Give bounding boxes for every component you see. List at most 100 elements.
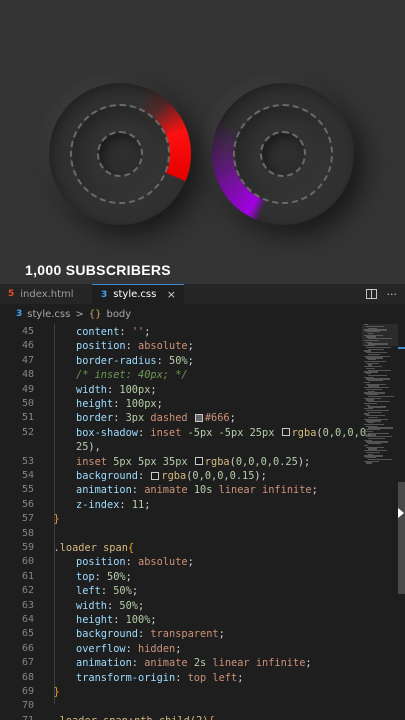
- code-token: :: [156, 354, 169, 367]
- code-token: top left: [187, 671, 238, 684]
- code-token: 50%: [169, 354, 188, 367]
- code-line: 45 content: '';: [0, 325, 362, 339]
- code-token: :: [175, 671, 188, 684]
- line-number: 51: [21, 412, 34, 424]
- code-token: inset: [76, 455, 114, 468]
- code-editor[interactable]: 45 content: ''; 46 position: absolute; 47 bor…: [0, 324, 405, 720]
- code-text: box-shadow: inset -5px -5px 25px rgba(0,…: [76, 426, 372, 440]
- breadcrumb-file[interactable]: style.css: [27, 309, 70, 320]
- code-token: '': [131, 326, 145, 338]
- code-token: :: [94, 570, 108, 583]
- code-token: ),: [88, 441, 101, 454]
- tab-style-css[interactable]: 3 style.css ×: [92, 284, 184, 304]
- code-text: content: '';: [76, 325, 150, 339]
- code-line: 62 left: 50%;: [0, 584, 362, 598]
- code-line: 50 height: 100px;: [0, 397, 362, 411]
- code-line: 63 width: 50%;: [0, 599, 362, 613]
- split-editor-icon[interactable]: [365, 289, 377, 299]
- code-token: ;: [138, 599, 145, 612]
- scrollbar-thumb[interactable]: [398, 482, 405, 594]
- code-token: :: [113, 614, 126, 626]
- code-token: rgba: [161, 470, 187, 482]
- minimap-viewport[interactable]: [362, 324, 398, 346]
- code-token: {: [208, 715, 214, 720]
- line-number: 60: [21, 556, 34, 568]
- code-line: 58: [0, 527, 362, 541]
- code-line: 68 transform-origin: top left;: [0, 671, 362, 685]
- breadcrumb-symbol[interactable]: body: [106, 309, 131, 320]
- line-number: 68: [21, 671, 34, 683]
- code-line: 46 position: absolute;: [0, 339, 362, 353]
- code-token: linear infinite: [212, 484, 312, 497]
- code-token: :: [125, 642, 139, 655]
- code-token: ;: [187, 340, 194, 353]
- code-token: ;: [187, 556, 194, 569]
- code-text: position: absolute;: [76, 339, 194, 353]
- code-token: position: [76, 340, 126, 353]
- code-token: ;: [150, 383, 157, 396]
- code-token: :: [138, 426, 151, 439]
- code-token: ;: [237, 671, 244, 684]
- close-icon[interactable]: ×: [167, 288, 176, 301]
- code-token: :: [107, 599, 120, 612]
- line-number: 59: [21, 542, 34, 553]
- css3-icon: 3: [16, 309, 23, 319]
- code-token: transform-origin: [76, 671, 176, 684]
- subscribers-caption: 1,000 SUBSCRIBERS: [25, 262, 171, 278]
- code-token: width: [76, 383, 107, 396]
- editor-tab-bar: 5 index.html 3 style.css × ···: [0, 284, 405, 304]
- loader-left: [49, 83, 191, 225]
- code-token: ;: [175, 642, 182, 655]
- code-text: z-index: 11;: [76, 498, 150, 512]
- code-token: :: [119, 498, 132, 511]
- code-token: animation: [76, 657, 132, 670]
- code-text: inset 5px 5px 35px rgba(0,0,0,0.25);: [76, 455, 310, 469]
- line-number: 65: [21, 628, 34, 640]
- code-token: :: [113, 398, 126, 410]
- code-token: }: [53, 686, 60, 698]
- code-token: ;: [305, 657, 312, 670]
- breadcrumb-separator: >: [75, 308, 84, 320]
- code-token: .loader span: [53, 542, 128, 554]
- code-text: animation: animate 2s linear infinite;: [76, 656, 312, 670]
- color-swatch[interactable]: [151, 471, 160, 480]
- code-text: }: [54, 685, 60, 699]
- code-token: 100%: [125, 614, 151, 626]
- code-text: top: 50%;: [76, 570, 132, 584]
- code-token: {: [127, 542, 135, 554]
- code-line: 51 border: 3px dashed #666;: [0, 411, 362, 425]
- more-actions-icon[interactable]: ···: [387, 288, 398, 301]
- code-line: 69}: [0, 685, 362, 699]
- color-swatch[interactable]: [194, 413, 203, 422]
- css3-icon: 3: [101, 289, 108, 300]
- code-text: background: rgba(0,0,0,0.15);: [76, 469, 267, 483]
- color-swatch[interactable]: [194, 457, 203, 466]
- code-token: }: [53, 513, 60, 526]
- line-number: 66: [21, 642, 34, 654]
- code-token: ;: [144, 498, 151, 511]
- code-token: ;: [229, 412, 236, 425]
- line-number: 63: [21, 599, 34, 611]
- code-text: border: 3px dashed #666;: [76, 411, 236, 425]
- code-line: 64 height: 100%;: [0, 613, 362, 627]
- line-number: 48: [21, 369, 34, 381]
- code-token: 100px: [119, 383, 151, 396]
- dashed-ring: [70, 104, 170, 204]
- tab-actions: ···: [365, 284, 398, 304]
- color-swatch[interactable]: [281, 428, 290, 437]
- code-token: hidden: [138, 642, 176, 655]
- code-text: 25),: [76, 440, 101, 454]
- code-line: 48 /* inset: 40px; */: [0, 368, 362, 382]
- code-token: animate: [144, 657, 194, 670]
- code-token: border: [76, 412, 114, 425]
- code-token: :: [131, 657, 145, 670]
- code-token: 0,0,0,0.25: [235, 455, 298, 468]
- code-text: height: 100%;: [76, 613, 157, 627]
- tab-index-html[interactable]: 5 index.html: [0, 284, 92, 304]
- code-line: 49 width: 100px;: [0, 383, 362, 397]
- code-token: :: [113, 412, 126, 425]
- code-text: width: 50%;: [76, 599, 144, 613]
- code-token: -5px -5px 25px: [187, 426, 281, 439]
- minimap-line: [366, 462, 372, 464]
- line-number: 62: [21, 585, 34, 597]
